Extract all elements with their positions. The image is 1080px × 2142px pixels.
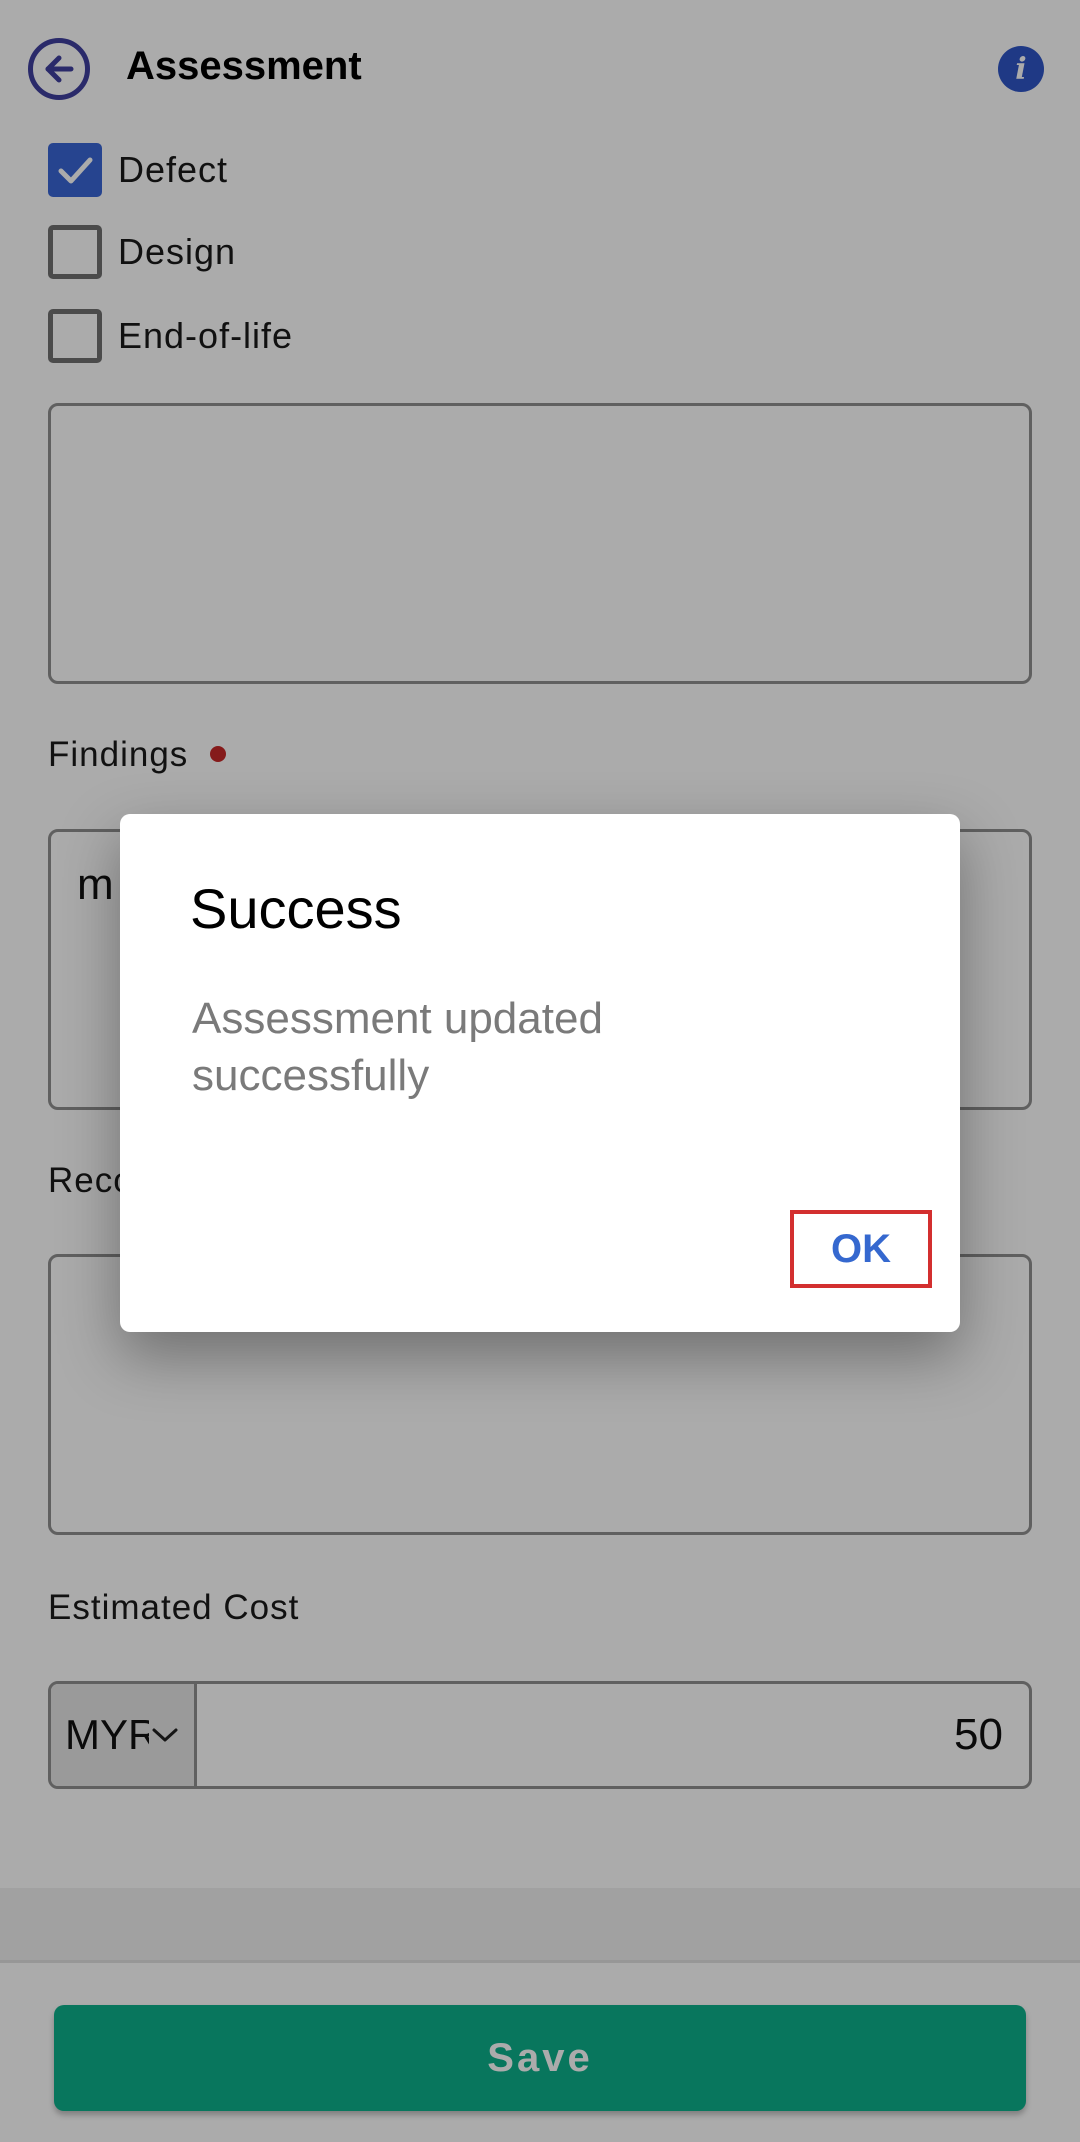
dialog-title: Success bbox=[190, 877, 402, 940]
ok-button[interactable]: OK bbox=[790, 1210, 932, 1288]
success-dialog: Success Assessment updated successfully … bbox=[120, 814, 960, 1332]
dialog-message: Assessment updated successfully bbox=[192, 994, 603, 1100]
